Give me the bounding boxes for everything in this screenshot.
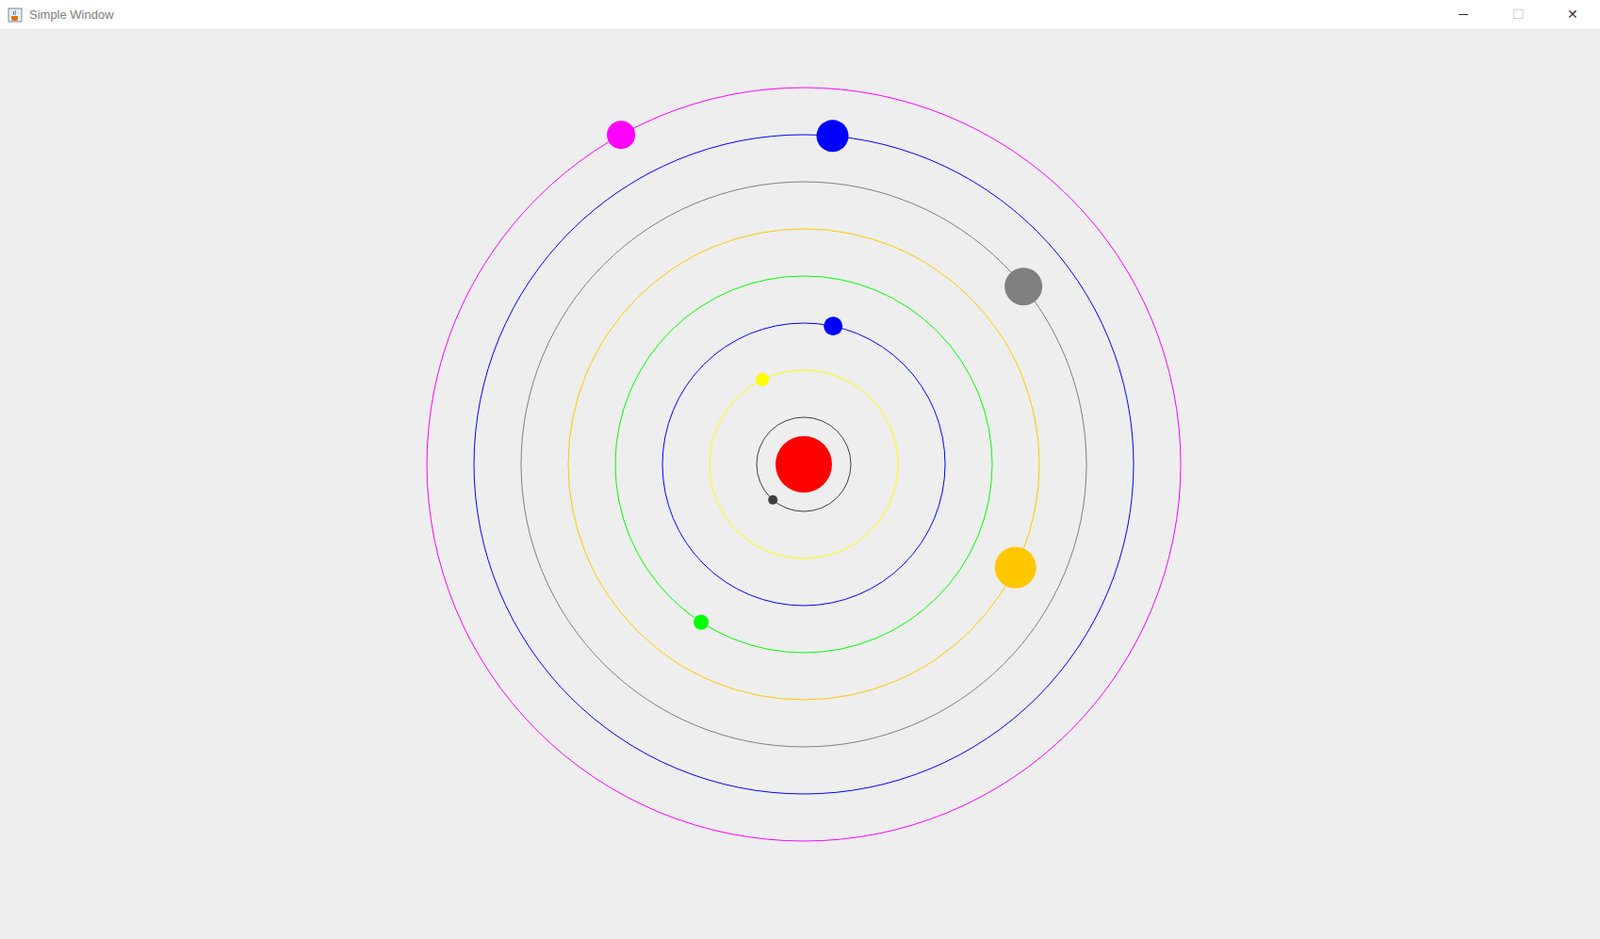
orbit [521, 181, 1087, 748]
planet [823, 316, 843, 336]
canvas-area [0, 30, 1600, 939]
planet [755, 373, 769, 387]
planet [995, 547, 1037, 589]
planet [606, 120, 636, 149]
planet [767, 495, 778, 506]
window-control-button: ☐ [1490, 0, 1546, 30]
orbit [426, 87, 1181, 842]
window-control-button[interactable]: ─ [1436, 0, 1491, 30]
orbit [709, 370, 898, 559]
planet [1004, 267, 1043, 306]
planet [693, 615, 709, 631]
window-control-button[interactable]: ✕ [1545, 0, 1600, 30]
orbit [662, 323, 946, 606]
orbit [756, 417, 851, 512]
window-title: Simple Window [29, 5, 115, 25]
orbit [473, 134, 1134, 795]
app-window: Simple Window ─☐✕ [0, 0, 1600, 939]
solar-system-drawing [0, 30, 1600, 939]
sun [775, 436, 833, 493]
planet [816, 119, 849, 152]
orbit [568, 228, 1040, 701]
title-bar: Simple Window ─☐✕ [0, 0, 1600, 31]
orbit [615, 276, 993, 654]
java-icon [7, 7, 23, 23]
